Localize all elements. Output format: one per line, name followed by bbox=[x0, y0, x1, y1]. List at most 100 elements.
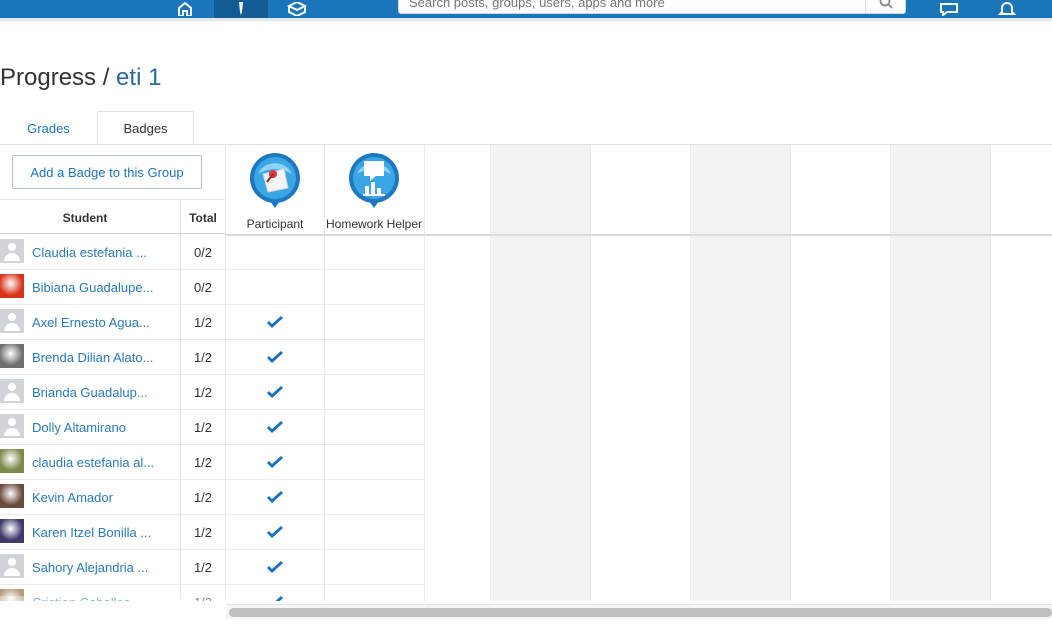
avatar[interactable] bbox=[0, 449, 24, 473]
badge-award-rows bbox=[225, 235, 425, 601]
badge-cell[interactable] bbox=[324, 410, 424, 445]
student-total: 1/2 bbox=[193, 455, 213, 470]
total-column-header[interactable]: Total bbox=[181, 200, 225, 235]
home-nav-button[interactable] bbox=[158, 0, 212, 18]
student-table-header: Student Total bbox=[0, 199, 225, 234]
checkmark-icon bbox=[267, 385, 283, 398]
badge-column-participant[interactable]: Participant bbox=[225, 145, 325, 234]
badge-cell[interactable] bbox=[225, 235, 325, 270]
badge-cell[interactable] bbox=[225, 270, 325, 305]
top-navigation-bar bbox=[0, 0, 1052, 18]
checkmark-icon bbox=[267, 525, 283, 538]
badge-cell[interactable] bbox=[324, 340, 424, 375]
table-row: Claudia estefania ... 0/2 bbox=[0, 235, 225, 270]
badge-row bbox=[225, 305, 425, 340]
table-row: claudia estefania al... 1/2 bbox=[0, 445, 225, 480]
avatar[interactable] bbox=[0, 309, 24, 333]
badge-row bbox=[225, 235, 425, 270]
student-name-link[interactable]: claudia estefania al... bbox=[32, 445, 172, 480]
badge-cell[interactable] bbox=[225, 550, 325, 585]
table-row: Dolly Altamirano 1/2 bbox=[0, 410, 225, 445]
badge-cell[interactable] bbox=[324, 445, 424, 480]
student-name-link[interactable]: Karen Itzel Bonilla ... bbox=[32, 515, 172, 550]
grid-line bbox=[490, 145, 491, 601]
search-icon bbox=[879, 0, 893, 9]
badge-cell[interactable] bbox=[225, 410, 325, 445]
search-button[interactable] bbox=[865, 0, 905, 13]
student-name-link[interactable]: Kevin Amador bbox=[32, 480, 172, 515]
table-row: Karen Itzel Bonilla ... 1/2 bbox=[0, 515, 225, 550]
badge-cell[interactable] bbox=[225, 375, 325, 410]
badge-cell[interactable] bbox=[225, 515, 325, 550]
student-total: 1/2 bbox=[193, 315, 213, 330]
grid-line bbox=[990, 145, 991, 601]
chat-chart-badge-icon bbox=[349, 153, 399, 208]
badge-cell[interactable] bbox=[324, 235, 424, 270]
checkmark-icon bbox=[268, 595, 283, 601]
grid-line bbox=[890, 145, 891, 601]
scrollbar-thumb[interactable] bbox=[229, 608, 1052, 617]
badge-cell[interactable] bbox=[324, 515, 424, 550]
empty-column-shade bbox=[690, 145, 790, 601]
badge-cell[interactable] bbox=[324, 270, 424, 305]
backpack-icon bbox=[287, 2, 307, 16]
tab-badges[interactable]: Badges bbox=[97, 111, 194, 145]
avatar[interactable] bbox=[0, 239, 24, 263]
badge-cell[interactable] bbox=[324, 305, 424, 340]
badge-cell[interactable] bbox=[324, 550, 424, 585]
student-name-link[interactable]: Dolly Altamirano bbox=[32, 410, 172, 445]
empty-column-shade bbox=[490, 145, 590, 601]
messages-nav-button[interactable] bbox=[922, 0, 976, 18]
badge-cell[interactable] bbox=[324, 375, 424, 410]
badge-cell[interactable] bbox=[225, 305, 325, 340]
add-badge-button[interactable]: Add a Badge to this Group bbox=[12, 155, 202, 189]
search-input[interactable] bbox=[409, 0, 859, 13]
student-name-link[interactable]: Brenda Dilian Alato... bbox=[32, 340, 172, 375]
horizontal-scrollbar[interactable] bbox=[226, 604, 1052, 619]
avatar[interactable] bbox=[0, 379, 24, 403]
student-total: 1/2 bbox=[193, 525, 213, 540]
badge-column-homework-helper[interactable]: Homework Helper bbox=[324, 145, 424, 234]
student-total: 0/2 bbox=[193, 280, 213, 295]
tab-grades[interactable]: Grades bbox=[0, 111, 97, 145]
badge-cell[interactable] bbox=[225, 340, 325, 375]
badge-row bbox=[225, 550, 425, 585]
avatar[interactable] bbox=[0, 484, 24, 508]
avatar[interactable] bbox=[0, 519, 24, 543]
checkmark-icon bbox=[267, 490, 283, 503]
bottom-fade bbox=[0, 596, 226, 629]
progress-nav-button[interactable] bbox=[214, 0, 268, 18]
pen-icon bbox=[239, 2, 243, 15]
badge-cell[interactable] bbox=[225, 585, 325, 601]
search-box bbox=[398, 0, 906, 14]
avatar[interactable] bbox=[0, 414, 24, 438]
grid-line bbox=[790, 145, 791, 601]
avatar[interactable] bbox=[0, 344, 24, 368]
student-name-link[interactable]: Brianda Guadalup... bbox=[32, 375, 172, 410]
page-title: Progress / eti 1 bbox=[0, 64, 161, 92]
badge-cell[interactable] bbox=[324, 585, 424, 601]
badge-cell[interactable] bbox=[324, 480, 424, 515]
group-name-link[interactable]: eti 1 bbox=[116, 64, 161, 91]
checkmark-icon bbox=[267, 455, 283, 468]
badge-cell[interactable] bbox=[225, 480, 325, 515]
library-nav-button[interactable] bbox=[270, 0, 324, 18]
avatar[interactable] bbox=[0, 554, 24, 578]
student-name-link[interactable]: Axel Ernesto Agua... bbox=[32, 305, 172, 340]
student-name-link[interactable]: Bibiana Guadalupe... bbox=[32, 270, 172, 305]
student-total: 1/2 bbox=[193, 420, 213, 435]
badge-row bbox=[225, 480, 425, 515]
student-name-link[interactable]: Claudia estefania ... bbox=[32, 235, 172, 270]
badge-grid: Participant Homework Helper bbox=[225, 145, 1052, 601]
badge-name-homework-helper: Homework Helper bbox=[325, 217, 423, 231]
checkmark-icon bbox=[267, 315, 283, 328]
nav-divider bbox=[0, 18, 1052, 21]
badge-row bbox=[225, 445, 425, 480]
badge-cell[interactable] bbox=[225, 445, 325, 480]
student-name-link[interactable]: Sahory Alejandria ... bbox=[32, 550, 172, 585]
badge-row bbox=[225, 270, 425, 305]
notifications-nav-button[interactable] bbox=[980, 0, 1034, 18]
student-column-header[interactable]: Student bbox=[0, 200, 170, 235]
badge-row bbox=[225, 375, 425, 410]
avatar[interactable] bbox=[0, 274, 24, 298]
